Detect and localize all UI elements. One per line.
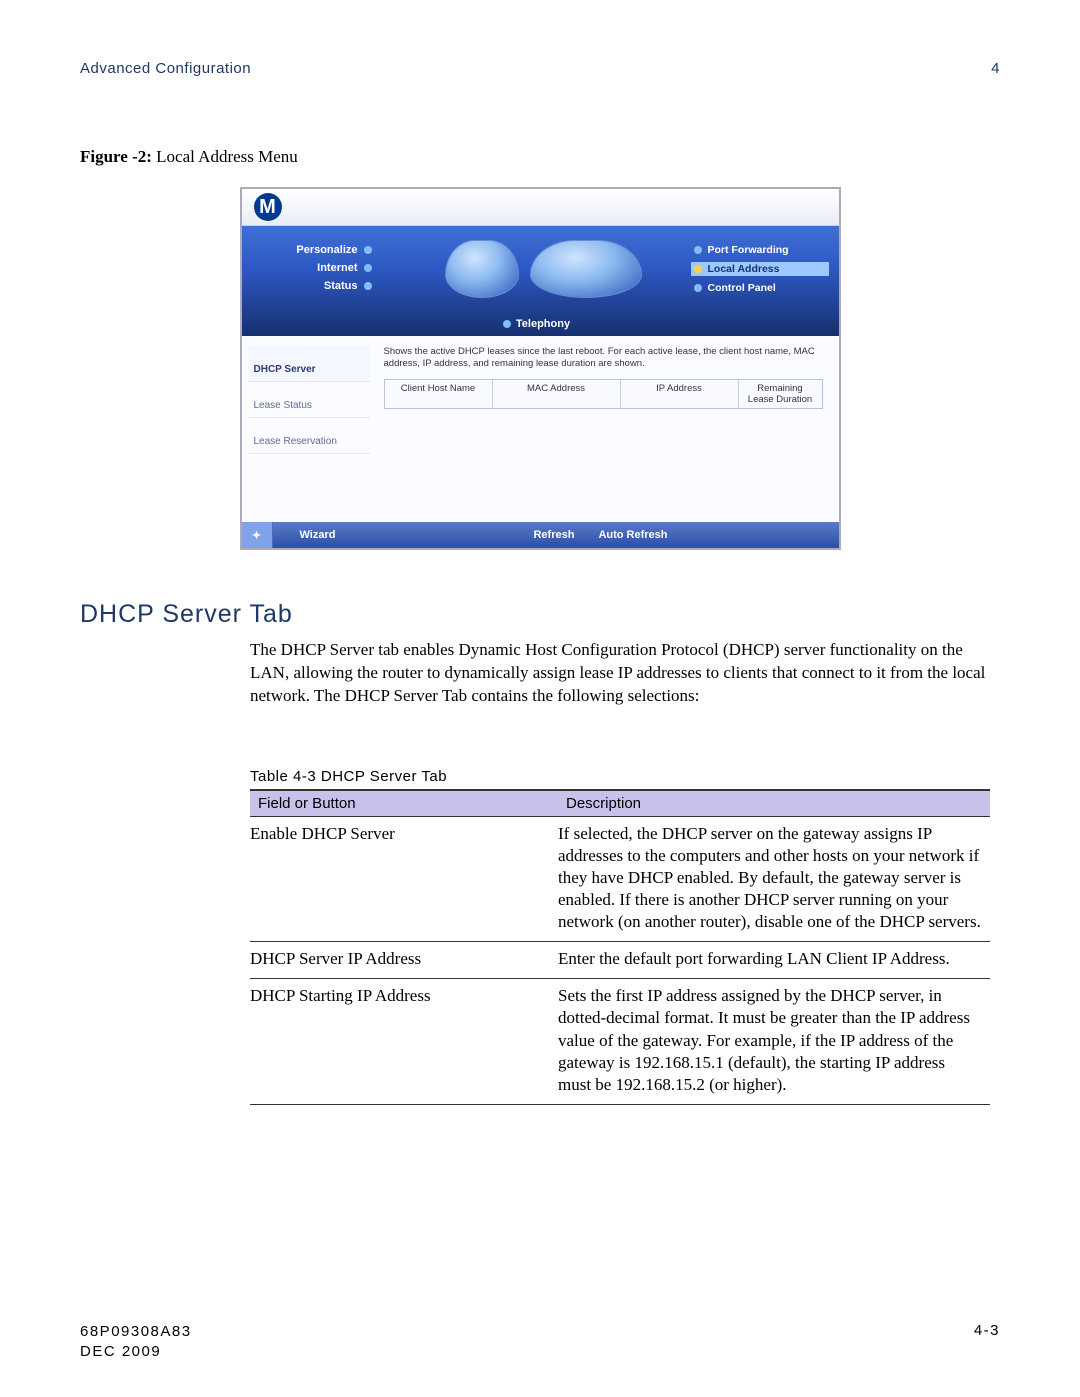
screenshot-table-header: Client Host Name MAC Address IP Address …	[384, 379, 823, 409]
cell-desc: Enter the default port forwarding LAN Cl…	[558, 942, 990, 979]
nav-local-address[interactable]: Local Address	[691, 262, 829, 276]
header-title: Advanced Configuration	[80, 60, 251, 77]
motorola-logo-icon: M	[254, 193, 282, 221]
screenshot-bluebar: Personalize Internet Status Telephony Po…	[242, 226, 839, 336]
bullet-icon	[364, 264, 372, 272]
nav-personalize[interactable]: Personalize	[242, 244, 372, 256]
bullet-icon	[694, 265, 702, 273]
tab-telephony[interactable]: Telephony	[503, 318, 570, 330]
bullet-icon	[503, 320, 511, 328]
monitor-icon	[445, 240, 519, 298]
screenshot-body: DHCP Server Lease Status Lease Reservati…	[242, 336, 839, 522]
col-client-host-name: Client Host Name	[385, 380, 493, 408]
figure-title: Local Address Menu	[156, 147, 298, 166]
screenshot-leftnav: Personalize Internet Status	[242, 226, 380, 336]
figure-caption: Figure -2: Local Address Menu	[80, 147, 1000, 167]
bullet-icon	[694, 284, 702, 292]
wizard-icon[interactable]: ✦	[242, 522, 273, 548]
col-remaining-lease: Remaining Lease Duration	[739, 380, 822, 408]
embedded-screenshot: M Personalize Internet Status Telephony …	[240, 187, 841, 550]
footer-page: 4-3	[974, 1322, 1000, 1361]
page-footer: 68P09308A83 DEC 2009 4-3	[80, 1322, 1000, 1361]
screenshot-center: Telephony	[380, 226, 694, 336]
bullet-icon	[694, 246, 702, 254]
nav-port-forwarding[interactable]: Port Forwarding	[694, 244, 829, 256]
devices-icon	[530, 240, 642, 298]
refresh-button[interactable]: Refresh	[521, 529, 586, 541]
nav-control-panel[interactable]: Control Panel	[694, 282, 829, 294]
page-header: Advanced Configuration 4	[80, 60, 1000, 77]
table-head-desc: Description	[558, 790, 990, 817]
screenshot-sidebar: DHCP Server Lease Status Lease Reservati…	[242, 336, 376, 522]
col-ip-address: IP Address	[621, 380, 739, 408]
sidebar-tab-lease-reservation[interactable]: Lease Reservation	[248, 418, 370, 454]
screenshot-bottombar: ✦ Wizard Refresh Auto Refresh	[242, 522, 839, 548]
auto-refresh-button[interactable]: Auto Refresh	[586, 529, 679, 541]
header-chapter: 4	[991, 60, 1000, 77]
screenshot-description: Shows the active DHCP leases since the l…	[384, 346, 823, 371]
screenshot-topbar: M	[242, 189, 839, 226]
screenshot-main: Shows the active DHCP leases since the l…	[376, 336, 839, 522]
dhcp-server-table: Field or Button Description Enable DHCP …	[250, 789, 990, 1105]
nav-internet[interactable]: Internet	[242, 262, 372, 274]
table-row: DHCP Server IP Address Enter the default…	[250, 942, 990, 979]
table-head-field: Field or Button	[250, 790, 558, 817]
section-heading: DHCP Server Tab	[80, 600, 1000, 629]
footer-docnum: 68P09308A83	[80, 1322, 192, 1342]
figure-label: Figure -2:	[80, 147, 152, 166]
footer-date: DEC 2009	[80, 1342, 192, 1362]
wizard-button[interactable]: Wizard	[273, 529, 363, 541]
cell-field: DHCP Server IP Address	[250, 942, 558, 979]
sidebar-tab-dhcp-server[interactable]: DHCP Server	[248, 346, 370, 382]
section-body-text: The DHCP Server tab enables Dynamic Host…	[250, 639, 990, 708]
table-row: DHCP Starting IP Address Sets the first …	[250, 979, 990, 1104]
sidebar-tab-lease-status[interactable]: Lease Status	[248, 382, 370, 418]
bullet-icon	[364, 282, 372, 290]
cell-desc: If selected, the DHCP server on the gate…	[558, 816, 990, 941]
cell-field: Enable DHCP Server	[250, 816, 558, 941]
screenshot-rightnav: Port Forwarding Local Address Control Pa…	[694, 226, 839, 336]
cell-field: DHCP Starting IP Address	[250, 979, 558, 1104]
col-mac-address: MAC Address	[493, 380, 621, 408]
bullet-icon	[364, 246, 372, 254]
cell-desc: Sets the first IP address assigned by th…	[558, 979, 990, 1104]
table-caption: Table 4-3 DHCP Server Tab	[250, 768, 1000, 785]
nav-status[interactable]: Status	[242, 280, 372, 292]
table-row: Enable DHCP Server If selected, the DHCP…	[250, 816, 990, 941]
